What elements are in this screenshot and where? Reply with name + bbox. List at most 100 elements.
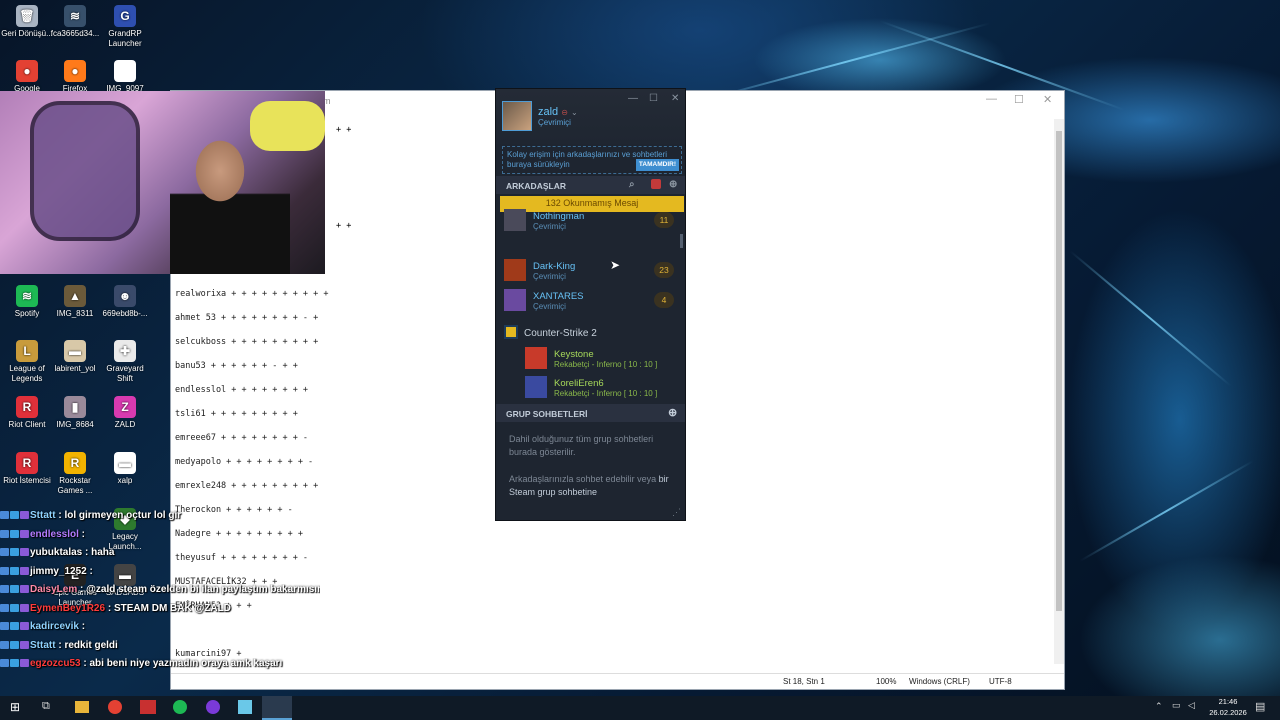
vertical-scrollbar[interactable] (1054, 119, 1064, 664)
steam-user-status: Çevrimiçi (538, 118, 571, 127)
notepad-taskbar-icon[interactable] (238, 700, 252, 714)
desktop-icon[interactable]: L League of Legends (0, 340, 54, 384)
desktop-icon-image: R (16, 452, 38, 474)
friend-row[interactable]: Keystone Rekabetçi - Inferno [ 10 : 10 ] (525, 345, 677, 371)
desktop-icon-image: ▬ (64, 340, 86, 362)
desktop-icon[interactable]: ▲ IMG_8311 (48, 285, 102, 319)
desktop-icon-image: R (16, 396, 38, 418)
minimize-icon[interactable]: — (986, 93, 997, 105)
chat-message: Sttatt : redkit geldi (0, 640, 320, 659)
desktop-icon[interactable]: ▮ IMG_8684 (48, 396, 102, 430)
desktop-icon[interactable]: ≋ Spotify (0, 285, 54, 319)
task-view-icon[interactable]: ⧉ (42, 700, 50, 713)
desktop-icon[interactable]: ☻ 669ebd8b-... (98, 285, 152, 319)
desktop-icon-label: League of Legends (9, 364, 45, 383)
close-icon[interactable]: ✕ (671, 93, 679, 104)
game-group-header[interactable]: Counter-Strike 2 (504, 325, 597, 339)
chat-badge-icon (20, 622, 29, 630)
desktop-icon[interactable]: R Riot İstemcisi (0, 452, 54, 486)
resize-grip-icon[interactable]: ⋰ (672, 507, 681, 518)
chat-username: Sttatt (30, 510, 56, 521)
network-icon[interactable]: ▭ (1172, 700, 1181, 711)
notifications-icon[interactable]: ▤ (1255, 700, 1265, 713)
notification-icon[interactable] (651, 179, 661, 189)
volume-icon[interactable]: ◁ (1188, 700, 1195, 711)
friend-row[interactable]: XANTARES Çevrimiçi 4 (504, 287, 676, 313)
text-line: banu53 + + + + + + - + + (175, 361, 298, 371)
add-friend-icon[interactable]: ⊕ (669, 179, 677, 190)
desktop-icon[interactable]: ✚ Graveyard Shift (98, 340, 152, 384)
close-icon[interactable]: ✕ (1043, 93, 1052, 106)
avatar[interactable] (502, 101, 532, 131)
steam-taskbar-icon[interactable] (262, 696, 292, 720)
friends-header-label: ARKADAŞLAR (506, 181, 566, 191)
desktop-icon-label: ZALD (114, 420, 136, 429)
desktop-icon-image: L (16, 340, 38, 362)
desktop-icon-label: xalp (117, 476, 133, 485)
add-group-icon[interactable]: ⊕ (668, 406, 677, 419)
desktop-icon[interactable]: ▬ xalp (98, 452, 152, 486)
desktop-icon[interactable]: ● Firefox (48, 60, 102, 94)
tip-ok-button[interactable]: TAMAMDIR! (635, 159, 679, 171)
unread-count-badge: 11 (654, 212, 674, 228)
desktop-icon-label: GrandRP Launcher (108, 29, 142, 48)
chat-text: redkit geldi (64, 639, 118, 651)
desktop-icon[interactable]: ≋ fca3665d34... (48, 5, 102, 39)
friend-row[interactable]: Nothingman Çevrimiçi 11 (504, 207, 676, 233)
desktop-icon-label: fca3665d34... (50, 29, 100, 38)
file-explorer-icon[interactable] (75, 701, 89, 713)
desktop-icon-image: ▬ (114, 452, 136, 474)
friend-row[interactable]: KoreliEren6 Rekabetçi - Inferno [ 10 : 1… (525, 374, 677, 400)
chat-username: EymenBey1R26 (30, 602, 106, 614)
steam-friends-window[interactable]: zald ⊖ ⌄ Çevrimiçi — ☐ ✕ Kolay erişim iç… (495, 88, 686, 521)
zoom-level: 100% (876, 677, 897, 686)
group-chats-hint: Arkadaşlarınızla sohbet edebilir veya bi… (509, 473, 669, 499)
desktop-icon[interactable]: 🗑 Geri Dönüşü... (0, 5, 54, 39)
group-hint-text: Arkadaşlarınızla sohbet edebilir veya (509, 474, 657, 484)
text-fragment: + + (336, 221, 352, 231)
spotify-icon[interactable] (173, 700, 187, 714)
desktop-icon[interactable]: R Riot Client (0, 396, 54, 430)
minimize-icon[interactable]: — (628, 93, 638, 104)
friends-scrollbar-thumb[interactable] (680, 234, 683, 248)
desktop-icon-label: IMG_8684 (56, 420, 94, 429)
chat-message: egzozcu53 : abi beni niye yazmadın oraya… (0, 658, 320, 677)
chat-separator: : (77, 584, 87, 595)
discord-icon[interactable] (206, 700, 220, 714)
scrollbar-thumb[interactable] (1056, 131, 1062, 611)
friend-name: Keystone (554, 349, 594, 360)
desktop-icon[interactable]: ● Google (0, 60, 54, 94)
desktop-icon-image (114, 60, 136, 82)
chat-message: yubuktalas : haha (0, 547, 320, 566)
desktop-icon[interactable]: IMG_9097 (98, 60, 152, 94)
steam-username[interactable]: zald ⊖ ⌄ (538, 106, 578, 118)
friend-row[interactable]: Dark-King Çevrimiçi 23 (504, 257, 676, 283)
desktop-icon[interactable]: G GrandRP Launcher (98, 5, 152, 49)
chat-badge-icon (0, 566, 9, 575)
text-line: endlesslol + + + + + + + + (175, 385, 309, 395)
text-line: selcukboss + + + + + + + + + (175, 337, 319, 347)
tray-chevron-icon[interactable]: ⌃ (1155, 701, 1163, 712)
chat-username: yubuktalas (30, 547, 83, 558)
start-icon[interactable]: ⊞ (10, 700, 20, 714)
desktop-icon[interactable]: ▬ labirent_yol (48, 340, 102, 374)
chat-badge-icon (20, 548, 29, 556)
chrome-icon[interactable] (108, 700, 122, 714)
desktop-icon[interactable]: Z ZALD (98, 396, 152, 430)
group-chats-section-header[interactable]: GRUP SOHBETLERİ ⊕ (496, 404, 685, 422)
maximize-icon[interactable]: ☐ (649, 93, 658, 104)
line-ending: Windows (CRLF) (909, 677, 970, 686)
clock[interactable]: 21:46 26.02.2026 (1208, 696, 1248, 718)
chevron-down-icon[interactable]: ⌄ (571, 108, 578, 117)
chat-badge-icon (10, 511, 19, 519)
stream-chat: Sttatt : lol girmeyen oçtur lol gir endle… (0, 510, 320, 677)
maximize-icon[interactable]: ☐ (1014, 93, 1024, 106)
desktop-icon-label: Geri Dönüşü... (1, 29, 53, 38)
friend-status: Rekabetçi - Inferno [ 10 : 10 ] (554, 360, 658, 369)
app-icon[interactable] (140, 700, 156, 714)
friend-status: Rekabetçi - Inferno [ 10 : 10 ] (554, 389, 658, 398)
friends-section-header[interactable]: ARKADAŞLAR ⌕ ⊕ (496, 176, 685, 194)
desktop-icon[interactable]: R Rockstar Games ... (48, 452, 102, 496)
desktop-icon-image: ▮ (64, 396, 86, 418)
search-icon[interactable]: ⌕ (629, 179, 635, 190)
